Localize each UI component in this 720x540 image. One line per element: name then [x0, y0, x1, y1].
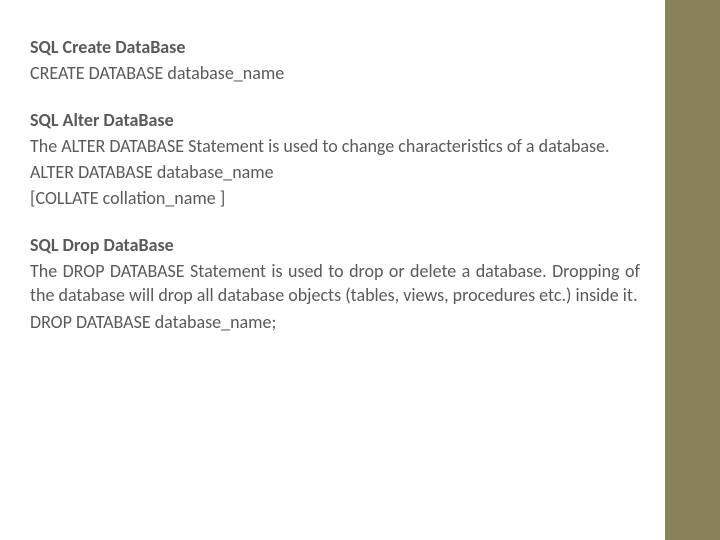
create-syntax: CREATE DATABASE database_name — [30, 61, 640, 85]
alter-syntax-line2: [COLLATE collation_name ] — [30, 186, 640, 210]
alter-syntax-line1: ALTER DATABASE database_name — [30, 160, 640, 184]
alter-description: The ALTER DATABASE Statement is used to … — [30, 134, 640, 158]
section-heading-alter: SQL Alter DataBase — [30, 108, 640, 132]
section-heading-create: SQL Create DataBase — [30, 35, 640, 59]
decorative-side-bar — [665, 0, 720, 540]
section-heading-drop: SQL Drop DataBase — [30, 233, 640, 257]
drop-syntax: DROP DATABASE database_name; — [30, 310, 640, 334]
drop-description: The DROP DATABASE Statement is used to d… — [30, 259, 640, 308]
slide-content: SQL Create DataBase CREATE DATABASE data… — [30, 35, 640, 336]
